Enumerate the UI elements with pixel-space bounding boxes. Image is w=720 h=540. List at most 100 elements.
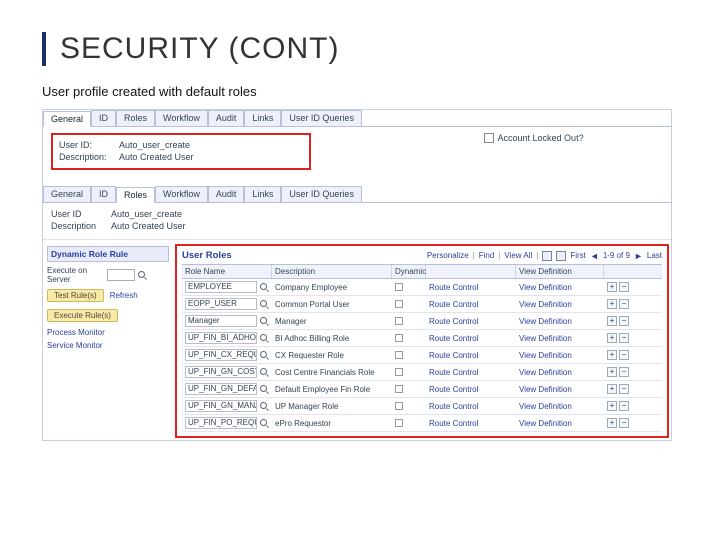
lookup-icon[interactable] (259, 316, 269, 326)
route-control-link[interactable]: Route Control (429, 419, 478, 428)
route-control-link[interactable]: Route Control (429, 385, 478, 394)
tab-audit[interactable]: Audit (208, 186, 245, 202)
view-definition-link[interactable]: View Definition (519, 300, 572, 309)
find-link[interactable]: Find (479, 251, 495, 260)
route-control-link[interactable]: Route Control (429, 368, 478, 377)
view-definition-link[interactable]: View Definition (519, 334, 572, 343)
route-control-link[interactable]: Route Control (429, 300, 478, 309)
lookup-icon[interactable] (259, 282, 269, 292)
download-icon[interactable] (556, 251, 566, 261)
role-name-input[interactable]: Manager (185, 315, 257, 327)
delete-row-button[interactable]: − (619, 333, 629, 343)
add-row-button[interactable]: + (607, 384, 617, 394)
personalize-link[interactable]: Personalize (427, 251, 469, 260)
dynamic-checkbox[interactable] (395, 385, 403, 393)
dynamic-checkbox[interactable] (395, 368, 403, 376)
view-definition-link[interactable]: View Definition (519, 283, 572, 292)
dynamic-checkbox[interactable] (395, 300, 403, 308)
col-role-name[interactable]: Role Name (182, 265, 272, 278)
lookup-icon[interactable] (259, 333, 269, 343)
add-row-button[interactable]: + (607, 316, 617, 326)
add-row-button[interactable]: + (607, 333, 617, 343)
tab-audit[interactable]: Audit (208, 110, 245, 126)
dynamic-checkbox[interactable] (395, 351, 403, 359)
zoom-icon[interactable] (542, 251, 552, 261)
delete-row-button[interactable]: − (619, 367, 629, 377)
lookup-icon[interactable] (259, 367, 269, 377)
add-row-button[interactable]: + (607, 282, 617, 292)
lookup-icon[interactable] (259, 384, 269, 394)
lookup-icon[interactable] (259, 299, 269, 309)
service-monitor-link[interactable]: Service Monitor (47, 341, 169, 350)
account-locked-checkbox[interactable] (484, 133, 494, 143)
tab-roles[interactable]: Roles (116, 187, 155, 203)
col-dynamic[interactable]: Dynamic (392, 265, 426, 278)
test-rules-button[interactable]: Test Rule(s) (47, 289, 104, 302)
add-row-button[interactable]: + (607, 299, 617, 309)
delete-row-button[interactable]: − (619, 350, 629, 360)
role-name-input[interactable]: UP_FIN_PO_REQUEST (185, 417, 257, 429)
role-name-input[interactable]: UP_FIN_BI_ADHOC_R (185, 332, 257, 344)
dynamic-checkbox[interactable] (395, 334, 403, 342)
view-definition-link[interactable]: View Definition (519, 351, 572, 360)
role-name-input[interactable]: UP_FIN_CX_REQUEST (185, 349, 257, 361)
view-definition-link[interactable]: View Definition (519, 368, 572, 377)
delete-row-button[interactable]: − (619, 316, 629, 326)
tab-general[interactable]: General (43, 111, 91, 127)
role-name-input[interactable]: UP_FIN_GN_COSTCVI (185, 366, 257, 378)
delete-row-button[interactable]: − (619, 282, 629, 292)
lookup-icon[interactable] (137, 270, 147, 280)
process-monitor-link[interactable]: Process Monitor (47, 328, 169, 337)
next-arrow-icon[interactable]: ► (634, 251, 643, 261)
add-row-button[interactable]: + (607, 350, 617, 360)
dynamic-checkbox[interactable] (395, 283, 403, 291)
dynamic-checkbox[interactable] (395, 402, 403, 410)
view-all-link[interactable]: View All (504, 251, 532, 260)
delete-row-button[interactable]: − (619, 384, 629, 394)
role-name-input[interactable]: UP_FIN_GN_DEFAULT (185, 383, 257, 395)
role-name-input[interactable]: UP_FIN_GN_MANAGE (185, 400, 257, 412)
tab-links[interactable]: Links (244, 110, 281, 126)
account-locked-row: Account Locked Out? (484, 133, 584, 143)
tab-general[interactable]: General (43, 186, 91, 202)
view-definition-link[interactable]: View Definition (519, 402, 572, 411)
tab-workflow[interactable]: Workflow (155, 110, 208, 126)
delete-row-button[interactable]: − (619, 418, 629, 428)
add-row-button[interactable]: + (607, 418, 617, 428)
view-definition-link[interactable]: View Definition (519, 317, 572, 326)
view-definition-link[interactable]: View Definition (519, 385, 572, 394)
add-row-button[interactable]: + (607, 367, 617, 377)
route-control-link[interactable]: Route Control (429, 283, 478, 292)
user-id-value: Auto_user_create (119, 140, 190, 150)
tab-id[interactable]: ID (91, 186, 116, 202)
description-label: Description: (59, 152, 119, 162)
route-control-link[interactable]: Route Control (429, 334, 478, 343)
route-control-link[interactable]: Route Control (429, 317, 478, 326)
delete-row-button[interactable]: − (619, 299, 629, 309)
tab-user-id-queries[interactable]: User ID Queries (281, 186, 362, 202)
tab-id[interactable]: ID (91, 110, 116, 126)
tab-links[interactable]: Links (244, 186, 281, 202)
dynamic-checkbox[interactable] (395, 317, 403, 325)
route-control-link[interactable]: Route Control (429, 351, 478, 360)
role-name-input[interactable]: EOPP_USER (185, 298, 257, 310)
lookup-icon[interactable] (259, 350, 269, 360)
lookup-icon[interactable] (259, 418, 269, 428)
tab-workflow[interactable]: Workflow (155, 186, 208, 202)
view-definition-link[interactable]: View Definition (519, 419, 572, 428)
prev-arrow-icon[interactable]: ◄ (590, 251, 599, 261)
delete-row-button[interactable]: − (619, 401, 629, 411)
route-control-link[interactable]: Route Control (429, 402, 478, 411)
dynamic-checkbox[interactable] (395, 419, 403, 427)
first-link[interactable]: First (570, 251, 586, 260)
lookup-icon[interactable] (259, 401, 269, 411)
col-description[interactable]: Description (272, 265, 392, 278)
add-row-button[interactable]: + (607, 401, 617, 411)
execute-rules-button[interactable]: Execute Rule(s) (47, 309, 118, 322)
tab-user-id-queries[interactable]: User ID Queries (281, 110, 362, 126)
last-link[interactable]: Last (647, 251, 662, 260)
tab-roles[interactable]: Roles (116, 110, 155, 126)
role-name-input[interactable]: EMPLOYEE (185, 281, 257, 293)
refresh-link[interactable]: Refresh (110, 291, 138, 300)
execute-on-server-input[interactable] (107, 269, 135, 281)
